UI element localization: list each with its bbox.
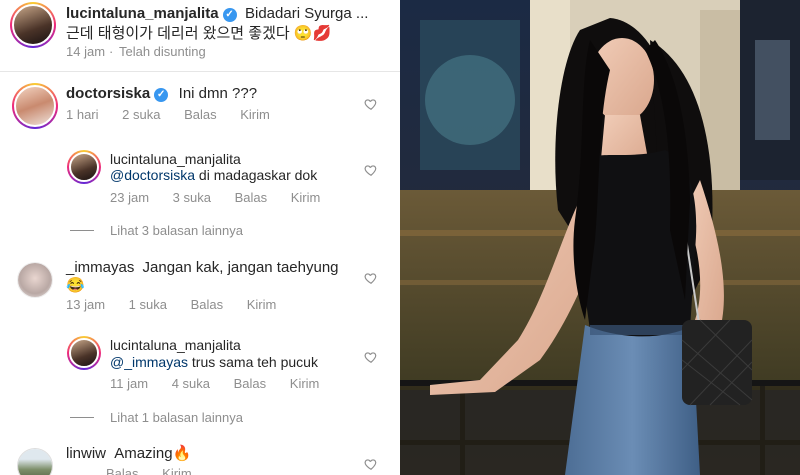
- comment-text-line2: 😂: [66, 277, 85, 294]
- comment-text: Jangan kak, jangan taehyung: [142, 259, 339, 276]
- reply-username[interactable]: lucintaluna_manjalita: [110, 151, 241, 167]
- reply-mention[interactable]: @doctorsiska: [110, 167, 195, 183]
- post-caption: lucintaluna_manjalita ✓ Bidadari Syurga .…: [0, 0, 400, 72]
- comment-meta: 1 hari 2 suka Balas Kirim: [66, 107, 290, 122]
- heart-icon[interactable]: [364, 97, 378, 111]
- send-button[interactable]: Kirim: [247, 297, 277, 312]
- avatar[interactable]: [12, 83, 58, 129]
- reply-time: 23 jam: [110, 190, 150, 205]
- caption-time: 14 jam: [66, 44, 106, 59]
- post-photo: [400, 0, 800, 475]
- reply-likes[interactable]: 4 suka: [172, 376, 210, 391]
- comment-likes[interactable]: 2 suka: [122, 107, 160, 122]
- reply-text: trus sama teh pucuk: [188, 354, 318, 370]
- comment-meta: 13 jam 1 suka Balas Kirim: [66, 297, 296, 312]
- view-more-replies-button[interactable]: Lihat 3 balasan lainnya: [70, 223, 243, 238]
- comment-meta: Balas Kirim: [66, 466, 212, 475]
- photo-image: [400, 0, 800, 475]
- caption-username[interactable]: lucintaluna_manjalita: [66, 5, 219, 22]
- view-more-replies-button[interactable]: Lihat 1 balasan lainnya: [70, 410, 243, 425]
- reply-meta: 11 jam 4 suka Balas Kirim: [110, 376, 339, 391]
- avatar[interactable]: [17, 448, 53, 475]
- verified-badge-icon: ✓: [222, 8, 237, 22]
- avatar[interactable]: [67, 150, 101, 184]
- comment-username[interactable]: _immayas: [66, 259, 134, 276]
- reply-button[interactable]: Balas: [106, 466, 139, 475]
- reply-likes[interactable]: 3 suka: [173, 190, 211, 205]
- avatar[interactable]: [17, 262, 53, 298]
- reply-time: 11 jam: [110, 376, 149, 391]
- reply-button[interactable]: Balas: [191, 297, 224, 312]
- heart-icon[interactable]: [364, 457, 378, 471]
- caption-edited: Telah disunting: [118, 44, 206, 59]
- reply-button[interactable]: Balas: [184, 107, 217, 122]
- heart-icon[interactable]: [364, 271, 378, 285]
- reply-mention[interactable]: @_immayas: [110, 354, 188, 370]
- reply-button[interactable]: Balas: [234, 376, 267, 391]
- comments-panel: lucintaluna_manjalita ✓ Bidadari Syurga .…: [0, 0, 400, 475]
- comment-time: 13 jam: [66, 297, 106, 312]
- heart-icon[interactable]: [364, 350, 378, 364]
- reply-username[interactable]: lucintaluna_manjalita: [110, 337, 241, 353]
- comment-username[interactable]: linwiw: [66, 445, 106, 462]
- avatar[interactable]: [10, 2, 56, 48]
- send-button[interactable]: Kirim: [291, 190, 321, 205]
- reply-button[interactable]: Balas: [235, 190, 268, 205]
- reply-text: di madagaskar dok: [195, 167, 318, 183]
- caption-meta: 14 jam · Telah disunting: [66, 44, 206, 59]
- comment-likes[interactable]: 1 suka: [129, 297, 167, 312]
- send-button[interactable]: Kirim: [290, 376, 320, 391]
- comment-time: 1 hari: [66, 107, 99, 122]
- verified-badge-icon: ✓: [154, 88, 169, 102]
- reply-meta: 23 jam 3 suka Balas Kirim: [110, 190, 340, 205]
- comment-text: Amazing🔥: [114, 445, 192, 462]
- send-button[interactable]: Kirim: [240, 107, 270, 122]
- avatar[interactable]: [67, 336, 101, 370]
- heart-icon[interactable]: [364, 163, 378, 177]
- comment-username[interactable]: doctorsiska: [66, 85, 150, 102]
- comment-text: Ini dmn ???: [178, 85, 258, 102]
- caption-text-line2: 근데 태형이가 데리러 왔으면 좋겠다 🙄💋: [66, 25, 332, 42]
- caption-text: Bidadari Syurga ...: [245, 5, 369, 22]
- send-button[interactable]: Kirim: [162, 466, 192, 475]
